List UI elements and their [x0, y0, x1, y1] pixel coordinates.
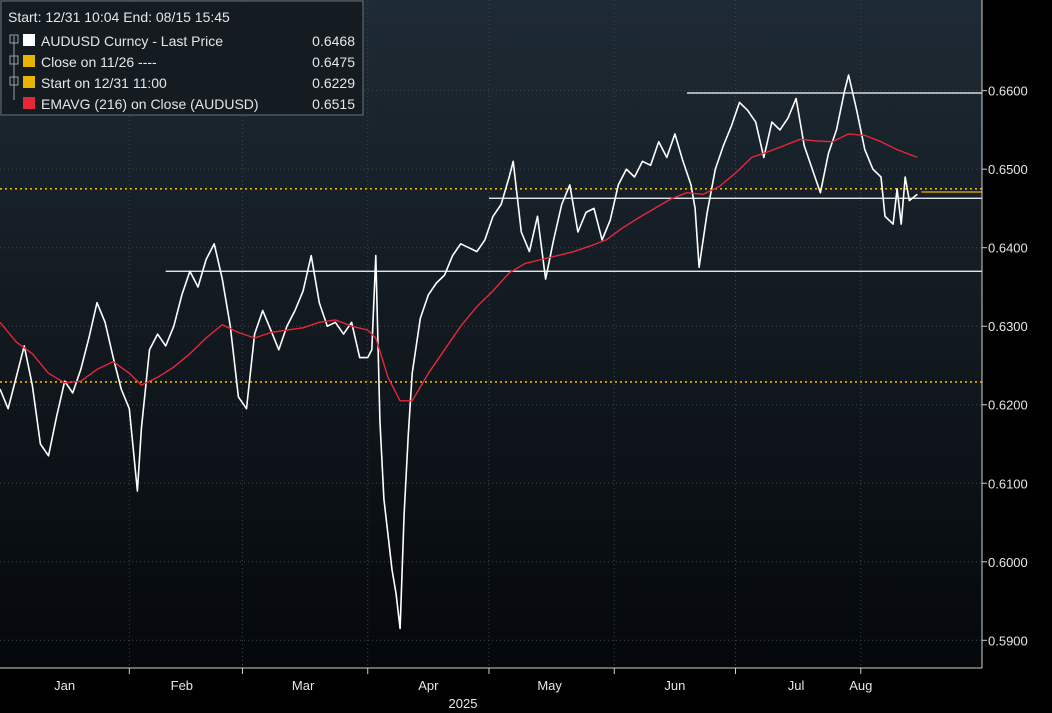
x-tick-label: Aug [849, 678, 872, 693]
legend-swatch-close [23, 55, 35, 67]
y-axis-panel [982, 0, 1052, 713]
x-tick-label: May [537, 678, 562, 693]
y-tick-label: 0.6200 [988, 398, 1028, 413]
y-tick-label: 0.6600 [988, 84, 1028, 99]
legend-header: Start: 12/31 10:04 End: 08/15 15:45 [8, 9, 230, 25]
y-tick-label: 0.6400 [988, 241, 1028, 256]
legend-label-price: AUDUSD Curncy - Last Price [41, 33, 223, 49]
legend-label-ema: EMAVG (216) on Close (AUDUSD) [41, 96, 259, 112]
legend-swatch-ema [23, 97, 35, 109]
x-tick-label: Apr [418, 678, 439, 693]
y-tick-label: 0.6000 [988, 555, 1028, 570]
y-tick-label: 0.6500 [988, 162, 1028, 177]
legend-label-close: Close on 11/26 ---- [41, 54, 157, 70]
x-tick-label: Jul [788, 678, 805, 693]
y-tick-label: 0.6300 [988, 319, 1028, 334]
year-label: 2025 [449, 696, 478, 711]
x-tick-label: Feb [171, 678, 193, 693]
legend-label-start: Start on 12/31 11:00 [41, 75, 167, 91]
x-tick-label: Mar [292, 678, 315, 693]
legend-value-close: 0.6475 [312, 54, 355, 70]
y-tick-label: 0.5900 [988, 633, 1028, 648]
x-tick-label: Jun [664, 678, 685, 693]
legend-value-ema: 0.6515 [312, 96, 355, 112]
y-tick-label: 0.6100 [988, 476, 1028, 491]
legend-box: Start: 12/31 10:04 End: 08/15 15:45 AUDU… [0, 0, 364, 116]
chart-root: 0.5900 0.6000 0.6100 0.6200 0.6300 0.6400 0.65… [0, 0, 1052, 713]
legend-value-price: 0.6468 [312, 33, 355, 49]
price-chart: 0.5900 0.6000 0.6100 0.6200 0.6300 0.6400 0.65… [0, 0, 1052, 713]
legend-swatch-start [23, 76, 35, 88]
x-axis-panel [0, 668, 982, 713]
x-tick-label: Jan [54, 678, 75, 693]
legend-value-start: 0.6229 [312, 75, 355, 91]
legend-swatch-price [23, 34, 35, 46]
